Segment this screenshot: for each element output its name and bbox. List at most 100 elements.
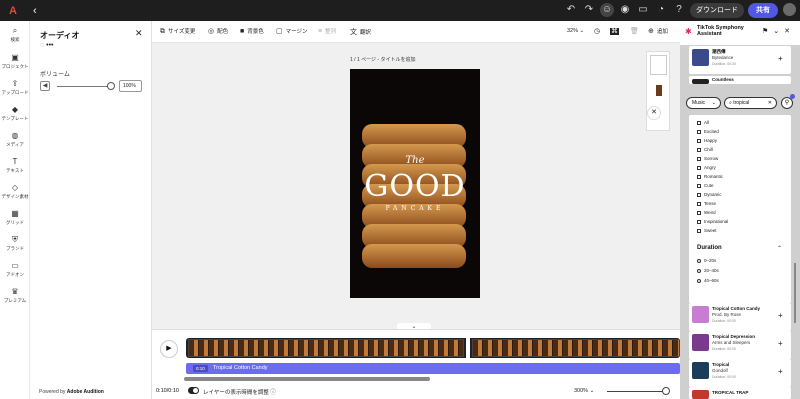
music-track-item[interactable]: Countless bbox=[689, 76, 791, 84]
mood-checkbox[interactable]: Angry bbox=[697, 165, 716, 170]
rail-item-upload[interactable]: ⇪ アップロード bbox=[0, 79, 30, 96]
background-color-button[interactable]: ■ 背景色 bbox=[240, 27, 264, 35]
avatar[interactable] bbox=[783, 3, 796, 16]
rail-item-design-assets[interactable]: ◇ デザイン素材 bbox=[0, 183, 30, 200]
rail-item-templates[interactable]: ◆ テンプレート bbox=[0, 105, 30, 122]
play-button[interactable]: ▶ bbox=[160, 340, 178, 358]
flag-icon[interactable]: ⚑ bbox=[762, 27, 768, 35]
add-track-button[interactable]: + bbox=[778, 367, 783, 376]
chevron-up-icon[interactable]: ⌃ bbox=[777, 245, 782, 252]
apps-icon[interactable]: ⌘ bbox=[610, 27, 622, 35]
mood-checkbox[interactable]: Romantic bbox=[697, 174, 723, 179]
clear-icon[interactable]: ✕ bbox=[768, 98, 772, 108]
arrange-button[interactable]: ≡ 整列 bbox=[318, 27, 336, 35]
rail-item-search[interactable]: ⌕ 検索 bbox=[0, 26, 30, 43]
music-track-item[interactable]: 潮西傳 Bytedance Duration: 00:30 + bbox=[689, 46, 791, 74]
clip-divider[interactable] bbox=[466, 338, 470, 358]
add-track-button[interactable]: + bbox=[778, 54, 783, 63]
mood-checkbox[interactable]: Excited bbox=[697, 129, 719, 134]
assistant-scrollbar[interactable] bbox=[794, 263, 796, 323]
timeline-zoom-select[interactable]: 300% ⌄ bbox=[574, 388, 594, 394]
close-icon[interactable]: ✕ bbox=[784, 27, 790, 35]
adobe-express-logo[interactable]: A bbox=[9, 5, 19, 16]
mood-checkbox[interactable]: Cute bbox=[697, 183, 714, 188]
back-chevron-icon[interactable]: ‹ bbox=[33, 5, 37, 17]
rail-item-addons[interactable]: ▭ アドオン bbox=[0, 261, 30, 278]
video-clip[interactable] bbox=[472, 339, 680, 357]
comment-icon[interactable]: ▭ bbox=[636, 3, 650, 17]
rail-label: アップロード bbox=[1, 90, 29, 95]
rail-label: ブランド bbox=[6, 246, 24, 251]
rail-item-project[interactable]: ▣ プロジェクト bbox=[0, 53, 30, 70]
mood-checkbox[interactable]: Sorrow bbox=[697, 156, 718, 161]
pancake-poster[interactable]: The GOOD PANCAKE bbox=[350, 69, 480, 298]
history-icon[interactable]: ◷ bbox=[594, 27, 603, 35]
video-clip[interactable] bbox=[188, 339, 464, 357]
mood-checkbox[interactable]: Tense bbox=[697, 201, 716, 206]
user-add-icon[interactable]: ☺ bbox=[600, 3, 614, 17]
mood-checkbox[interactable]: Inspirational bbox=[697, 219, 728, 224]
timeline-zoom-handle[interactable] bbox=[662, 387, 670, 395]
download-button[interactable]: ダウンロード bbox=[690, 3, 744, 18]
add-track-button[interactable]: + bbox=[778, 311, 783, 320]
duration-radio[interactable]: 0–20s bbox=[697, 258, 716, 263]
mood-checkbox[interactable]: Dynamic bbox=[697, 192, 722, 197]
zoom-select[interactable]: 32% ⌄ bbox=[567, 28, 584, 34]
music-search-input[interactable]: ⌕ tropical ✕ bbox=[724, 97, 777, 109]
addon-icon: ▭ bbox=[11, 261, 19, 270]
speaker-icon[interactable]: ◀ bbox=[40, 81, 50, 91]
music-track-item[interactable]: Tropical Gondolf Duration: 00:00 + bbox=[689, 359, 791, 387]
close-icon[interactable]: ✕ bbox=[647, 106, 661, 120]
rail-item-premium[interactable]: ♛ プレミアム bbox=[0, 287, 30, 304]
music-track-item[interactable]: Tropical Cotton Candy Prod. By Rose Dura… bbox=[689, 303, 791, 331]
volume-slider-handle[interactable] bbox=[107, 82, 115, 90]
music-track-item[interactable]: Tropical Depression Arms and Sleepers Du… bbox=[689, 331, 791, 359]
video-track[interactable] bbox=[186, 338, 680, 358]
rail-item-grid[interactable]: ▦ グリッド bbox=[0, 209, 30, 226]
music-track-item[interactable]: TROPICAL TRAP bbox=[689, 387, 791, 399]
mood-checkbox[interactable]: Sweet bbox=[697, 228, 717, 233]
audio-track[interactable]: 0:10 Tropical Cotton Candy bbox=[186, 363, 680, 374]
volume-slider-track[interactable] bbox=[57, 86, 109, 87]
audio-clip-name: Tropical Cotton Candy bbox=[213, 365, 268, 371]
resize-button[interactable]: ⧉ サイズ変更 bbox=[160, 27, 195, 36]
album-art bbox=[692, 362, 709, 379]
rail-item-brand[interactable]: ⛨ ブランド bbox=[0, 235, 30, 252]
page-thumbnail-add[interactable] bbox=[650, 55, 667, 75]
mood-checkbox[interactable]: All bbox=[697, 120, 709, 125]
share-button[interactable]: 共有 bbox=[748, 3, 778, 18]
margin-button[interactable]: ▢ マージン bbox=[276, 27, 308, 35]
checkbox-icon bbox=[697, 211, 701, 215]
add-button[interactable]: ⊕ 追加 bbox=[648, 27, 668, 35]
mood-checkbox[interactable]: Chill bbox=[697, 147, 713, 152]
redo-icon[interactable]: ↷ bbox=[582, 3, 596, 17]
close-icon[interactable]: ✕ bbox=[135, 28, 143, 39]
duration-radio[interactable]: 40–60s bbox=[697, 278, 719, 283]
page-title[interactable]: 1 / 1 ページ - タイトルを追加 bbox=[350, 56, 415, 63]
mood-label: All bbox=[704, 120, 710, 125]
more-icon[interactable]: ••• bbox=[46, 42, 53, 49]
duration-label: 20–40s bbox=[704, 268, 719, 273]
undo-icon[interactable]: ↶ bbox=[564, 3, 578, 17]
page-thumbnail-1[interactable] bbox=[650, 81, 667, 101]
delete-icon[interactable]: 🗑 bbox=[630, 27, 642, 35]
add-track-button[interactable]: + bbox=[778, 339, 783, 348]
volume-input[interactable]: 100% bbox=[119, 80, 142, 92]
layer-duration-toggle[interactable] bbox=[188, 387, 199, 394]
chevron-down-icon[interactable]: ⌄ bbox=[773, 27, 779, 35]
timer-icon[interactable]: ◔ bbox=[654, 3, 668, 17]
timeline-zoom-slider[interactable] bbox=[607, 391, 667, 392]
mood-checkbox[interactable]: Happy bbox=[697, 138, 717, 143]
rail-item-media[interactable]: ◍ メディア bbox=[0, 131, 30, 148]
category-select[interactable]: Music ⌄ bbox=[686, 97, 721, 109]
color-button[interactable]: ◎ 配色 bbox=[208, 27, 228, 35]
rotate-icon[interactable]: ◌ bbox=[40, 42, 44, 49]
duration-radio[interactable]: 20–40s bbox=[697, 268, 719, 273]
location-pin-icon[interactable]: ◉ bbox=[618, 3, 632, 17]
info-icon[interactable]: ⓘ bbox=[270, 387, 276, 396]
timeline-scrollbar[interactable] bbox=[184, 377, 430, 381]
help-icon[interactable]: ? bbox=[672, 3, 686, 17]
mood-checkbox[interactable]: Weird bbox=[697, 210, 716, 215]
translate-button[interactable]: 文翻訳 bbox=[350, 27, 371, 37]
rail-item-text[interactable]: T テキスト bbox=[0, 157, 30, 174]
